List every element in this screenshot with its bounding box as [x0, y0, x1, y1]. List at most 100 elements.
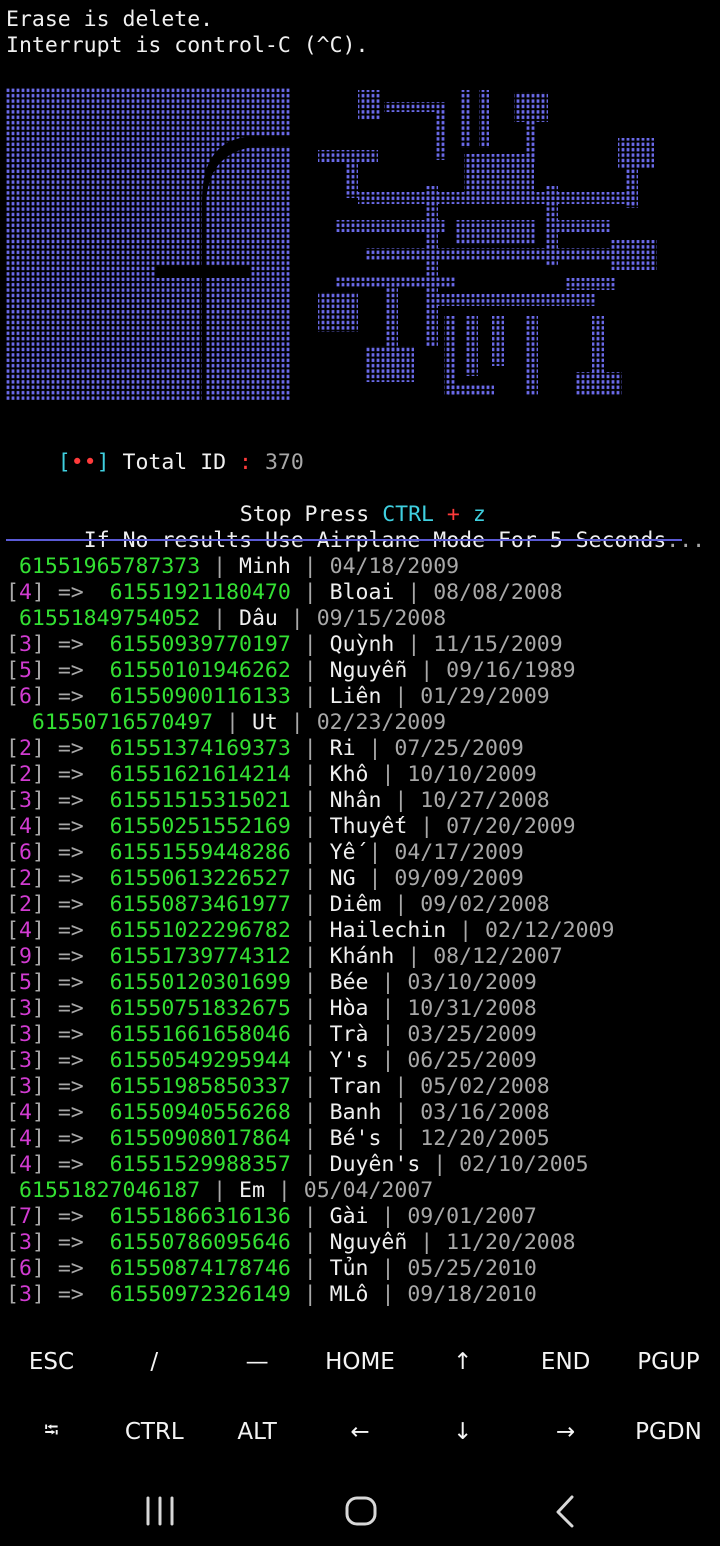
pgdn-key[interactable]: PGDN [617, 1419, 719, 1445]
result-bracket-close: ] [31, 658, 45, 683]
result-arrow: => [57, 736, 84, 761]
left-arrow-key[interactable]: ← [309, 1419, 411, 1445]
result-sep: | [290, 1022, 330, 1047]
result-bracket-open: [ [6, 996, 19, 1021]
back-icon[interactable] [556, 1495, 574, 1528]
result-sep: | [368, 1282, 408, 1307]
slash-key[interactable]: / [103, 1349, 205, 1375]
recent-apps-icon[interactable] [146, 1496, 174, 1526]
result-sep: | [420, 1152, 460, 1177]
pgup-key[interactable]: PGUP [617, 1349, 719, 1375]
result-bracket-close: ] [31, 1230, 45, 1255]
result-date: 11/15/2009 [433, 632, 563, 657]
result-row: 61551965787373 | Minh | 04/18/2009 [6, 554, 459, 580]
result-sep: | [290, 1048, 330, 1073]
result-row: [5] => 61550101946262 | Nguyễn | 09/16/1… [6, 658, 576, 684]
result-sep: | [381, 1100, 421, 1125]
result-arrow: => [57, 1282, 84, 1307]
result-row: [7] => 61551866316136 | Gài | 09/01/2007 [6, 1204, 537, 1230]
result-sep: | [290, 866, 330, 891]
result-bracket-close: ] [31, 736, 45, 761]
result-sep: | [290, 1074, 330, 1099]
result-id: 61550940556268 [109, 1100, 291, 1125]
result-arrow: => [57, 996, 84, 1021]
result-date: 05/02/2008 [420, 1074, 550, 1099]
result-bracket-close: ] [31, 1074, 45, 1099]
result-arrow: => [57, 1256, 84, 1281]
result-name: Hòa [329, 996, 369, 1021]
result-name: Bée [329, 970, 369, 995]
result-arrow: => [57, 1100, 84, 1125]
result-arrow: => [57, 684, 84, 709]
result-date: 09/16/1989 [446, 658, 576, 683]
home-key[interactable]: HOME [309, 1349, 411, 1375]
result-name: Tran [329, 1074, 382, 1099]
result-name: Tủn [329, 1256, 369, 1281]
result-count: 2 [18, 736, 32, 761]
result-sep: | [290, 788, 330, 813]
result-sep: | [290, 1126, 330, 1151]
result-sep: | [368, 1204, 408, 1229]
result-sep: | [290, 1152, 330, 1177]
result-name: Gài [329, 1204, 369, 1229]
result-bracket-close: ] [31, 788, 45, 813]
result-sep: | [290, 658, 330, 683]
down-arrow-key[interactable]: ↓ [412, 1419, 514, 1445]
result-count: 6 [18, 840, 32, 865]
result-bracket-open: [ [6, 814, 19, 839]
result-bracket-close: ] [31, 918, 45, 943]
end-key[interactable]: END [515, 1349, 617, 1375]
result-count: 2 [18, 762, 32, 787]
result-count: 5 [18, 970, 32, 995]
result-sep: | [277, 710, 317, 735]
tab-key[interactable]: ⭾ [0, 1416, 102, 1448]
result-name: Duyên's [329, 1152, 421, 1177]
result-arrow: => [57, 658, 84, 683]
result-arrow: => [57, 814, 84, 839]
esc-key[interactable]: ESC [0, 1349, 102, 1375]
result-id: 61551661658046 [109, 1022, 291, 1047]
terminal-screen[interactable]: Erase is delete. Interrupt is control-C … [0, 0, 720, 1320]
result-row: [2] => 61551374169373 | Ri | 07/25/2009 [6, 736, 524, 762]
result-date: 09/18/2010 [407, 1282, 537, 1307]
result-id: 61551374169373 [109, 736, 291, 761]
result-row: [3] => 61551661658046 | Trà | 03/25/2009 [6, 1022, 537, 1048]
result-bracket-close: ] [31, 840, 45, 865]
result-bracket-open: [ [6, 1282, 19, 1307]
result-id: 61551621614214 [109, 762, 291, 787]
result-sep: | [368, 762, 408, 787]
result-sep: | [290, 892, 330, 917]
right-arrow-key[interactable]: → [515, 1419, 617, 1445]
dash-key[interactable]: — [206, 1349, 308, 1375]
result-row: [6] => 61551559448286 | Yế | 04/17/2009 [6, 840, 524, 866]
result-sep: | [355, 736, 395, 761]
terminal-header-line-2: Interrupt is control-C (^C). [6, 33, 369, 58]
result-sep: | [290, 1230, 330, 1255]
result-bracket-close: ] [31, 944, 45, 969]
result-date: 09/02/2008 [420, 892, 550, 917]
result-id: 61551529988357 [109, 1152, 291, 1177]
result-sep: | [290, 918, 330, 943]
result-count: 3 [18, 1230, 32, 1255]
result-date: 10/27/2008 [420, 788, 550, 813]
result-bracket-close: ] [31, 996, 45, 1021]
alt-key[interactable]: ALT [206, 1419, 308, 1445]
result-sep: | [381, 1074, 421, 1099]
result-sep: | [368, 1256, 408, 1281]
facebook-logo-art [6, 88, 290, 400]
result-count: 3 [18, 996, 32, 1021]
home-icon[interactable] [345, 1496, 377, 1526]
result-arrow: => [57, 892, 84, 917]
result-sep: | [290, 632, 330, 657]
result-date: 09/01/2007 [407, 1204, 537, 1229]
result-arrow: => [57, 1204, 84, 1229]
result-bracket-open: [ [6, 1074, 19, 1099]
result-sep: | [394, 580, 434, 605]
result-id: 61550939770197 [109, 632, 291, 657]
ctrl-key[interactable]: CTRL [103, 1419, 205, 1445]
result-bracket-open: [ [6, 866, 19, 891]
result-count: 4 [18, 1100, 32, 1125]
up-arrow-key[interactable]: ↑ [412, 1349, 514, 1375]
result-sep: | [381, 788, 421, 813]
result-date: 03/16/2008 [420, 1100, 550, 1125]
